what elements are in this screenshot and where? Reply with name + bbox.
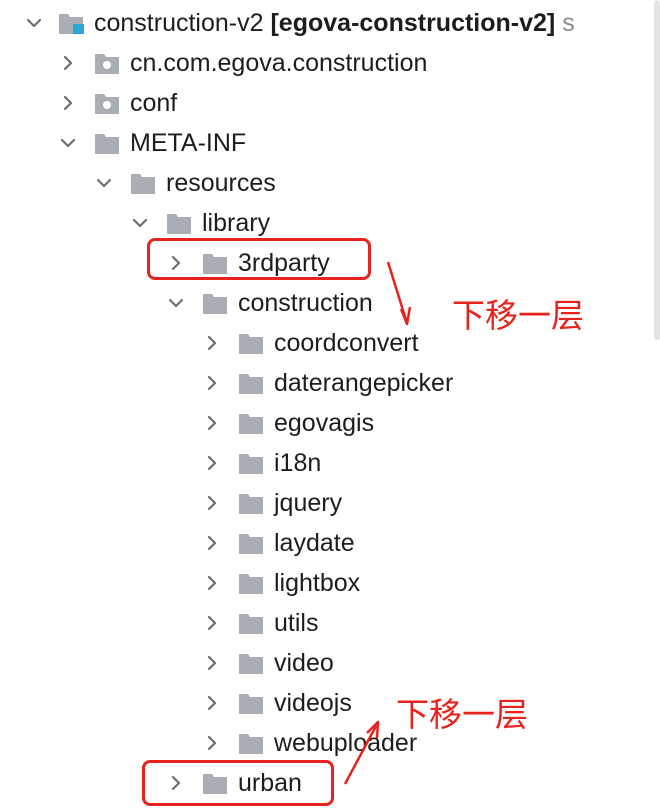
annotation-note-bottom: 下移一层 [396, 695, 528, 734]
tree-label: i18n [274, 449, 322, 477]
folder-icon [238, 651, 264, 675]
tree-row-meta-inf[interactable]: META-INF [0, 123, 650, 163]
chevron-down-icon[interactable] [130, 213, 150, 233]
tree-row-webuploader[interactable]: webuploader [0, 723, 650, 763]
chevron-right-icon[interactable] [202, 613, 222, 633]
truncated-text: s [562, 9, 575, 37]
tree-row-lightbox[interactable]: lightbox [0, 563, 650, 603]
chevron-down-icon[interactable] [58, 133, 78, 153]
tree-label: utils [274, 609, 319, 637]
module-icon [58, 11, 84, 35]
chevron-right-icon[interactable] [58, 53, 78, 73]
folder-icon [238, 731, 264, 755]
tree-label: construction [238, 289, 373, 317]
folder-icon [238, 571, 264, 595]
highlight-box-3rdparty [147, 238, 371, 280]
chevron-right-icon[interactable] [202, 733, 222, 753]
tree-row-utils[interactable]: utils [0, 603, 650, 643]
folder-icon [238, 451, 264, 475]
folder-icon [130, 171, 156, 195]
tree-label: library [202, 209, 271, 237]
tree-row-i18n[interactable]: i18n [0, 443, 650, 483]
tree-row-videojs[interactable]: videojs [0, 683, 650, 723]
tree-row-resources[interactable]: resources [0, 163, 650, 203]
folder-icon [238, 611, 264, 635]
folder-icon [238, 491, 264, 515]
chevron-right-icon[interactable] [58, 93, 78, 113]
chevron-right-icon[interactable] [202, 453, 222, 473]
tree-label: lightbox [274, 569, 361, 597]
package-icon [94, 91, 120, 115]
tree-row-laydate[interactable]: laydate [0, 523, 650, 563]
chevron-down-icon[interactable] [94, 173, 114, 193]
folder-icon [238, 531, 264, 555]
chevron-down-icon[interactable] [166, 293, 186, 313]
highlight-box-urban [142, 760, 334, 806]
project-name: construction-v2 [egova-construction-v2] … [94, 9, 575, 37]
module-name: [egova-construction-v2] [270, 9, 556, 37]
tree-label: video [274, 649, 334, 677]
tree-label: coordconvert [274, 329, 419, 357]
tree-label: resources [166, 169, 276, 197]
vertical-scrollbar[interactable] [654, 0, 660, 340]
tree-row-library[interactable]: library [0, 203, 650, 243]
chevron-right-icon[interactable] [202, 413, 222, 433]
annotation-note-top: 下移一层 [452, 296, 584, 335]
tree-label: jquery [274, 489, 343, 517]
tree-row-daterangepicker[interactable]: daterangepicker [0, 363, 650, 403]
tree-label: daterangepicker [274, 369, 454, 397]
package-icon [94, 51, 120, 75]
tree-row-video[interactable]: video [0, 643, 650, 683]
project-tree: construction-v2 [egova-construction-v2] … [0, 0, 660, 812]
folder-icon [238, 411, 264, 435]
chevron-right-icon[interactable] [202, 373, 222, 393]
chevron-right-icon[interactable] [202, 653, 222, 673]
tree-label: cn.com.egova.construction [130, 49, 428, 77]
chevron-right-icon[interactable] [202, 333, 222, 353]
chevron-right-icon[interactable] [202, 573, 222, 593]
chevron-down-icon[interactable] [24, 13, 44, 33]
folder-icon [94, 131, 120, 155]
chevron-right-icon[interactable] [202, 533, 222, 553]
folder-icon [238, 331, 264, 355]
folder-icon [166, 211, 192, 235]
tree-row-conf[interactable]: conf [0, 83, 650, 123]
tree-label: laydate [274, 529, 355, 557]
folder-icon [238, 691, 264, 715]
folder-icon [238, 371, 264, 395]
tree-row-jquery[interactable]: jquery [0, 483, 650, 523]
tree-label: videojs [274, 689, 352, 717]
folder-icon [202, 291, 228, 315]
tree-label: META-INF [130, 129, 247, 157]
tree-row-egovagis[interactable]: egovagis [0, 403, 650, 443]
tree-label: egovagis [274, 409, 375, 437]
tree-row-project-root[interactable]: construction-v2 [egova-construction-v2] … [0, 3, 650, 43]
chevron-right-icon[interactable] [202, 493, 222, 513]
chevron-right-icon[interactable] [202, 693, 222, 713]
tree-label: conf [130, 89, 178, 117]
tree-row-package-main[interactable]: cn.com.egova.construction [0, 43, 650, 83]
